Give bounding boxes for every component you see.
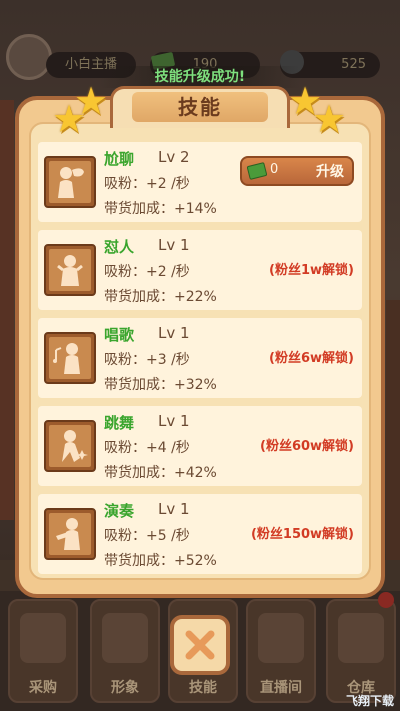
skill-list: 尬聊 Lv 2 吸粉：+2 /秒 带货加成：+14% 0 升级 怼人 Lv 1 … <box>38 142 362 582</box>
skill-icon-frame <box>44 508 96 560</box>
chat-person-icon <box>58 167 84 198</box>
skill-fans-rate: 吸粉：+4 /秒 <box>104 440 190 456</box>
watermark: 飞翔下载 <box>345 694 394 708</box>
skill-fans-rate: 吸粉：+2 /秒 <box>104 176 190 192</box>
skill-icon-frame <box>44 244 96 296</box>
skill-level: Lv 1 <box>158 412 190 430</box>
star-icon: ★ <box>312 97 347 141</box>
skill-icon-frame <box>44 332 96 384</box>
playing-person-icon <box>56 518 80 550</box>
skill-sales-bonus: 带货加成：+32% <box>104 377 217 393</box>
singing-person-icon <box>53 343 80 374</box>
skill-row-perform: 演奏 Lv 1 吸粉：+5 /秒 带货加成：+52% (粉丝150w解锁) <box>38 494 362 574</box>
skill-level: Lv 1 <box>158 324 190 342</box>
skill-fans-rate: 吸粉：+5 /秒 <box>104 528 190 544</box>
dancing-person-icon <box>62 430 88 462</box>
money-icon <box>246 162 268 180</box>
unlock-requirement: (粉丝150w解锁) <box>250 527 354 542</box>
star-icon: ★ <box>74 79 109 123</box>
success-toast: 技能升级成功! <box>100 66 300 88</box>
skill-level: Lv 2 <box>158 148 190 166</box>
skill-level: Lv 1 <box>158 236 190 254</box>
close-icon <box>185 630 215 660</box>
skill-fans-rate: 吸粉：+3 /秒 <box>104 352 190 368</box>
skill-sales-bonus: 带货加成：+14% <box>104 201 217 217</box>
panel-title: 技能 <box>132 92 268 122</box>
skill-row-chat: 尬聊 Lv 2 吸粉：+2 /秒 带货加成：+14% 0 升级 <box>38 142 362 222</box>
skill-row-sing: 唱歌 Lv 1 吸粉：+3 /秒 带货加成：+32% (粉丝6w解锁) <box>38 318 362 398</box>
skill-name: 尬聊 <box>104 150 135 168</box>
skill-name: 唱歌 <box>104 326 135 344</box>
unlock-requirement: (粉丝60w解锁) <box>260 439 354 454</box>
angry-person-icon <box>57 255 83 286</box>
upgrade-button[interactable]: 0 升级 <box>240 156 354 186</box>
upgrade-label: 升级 <box>316 164 344 180</box>
skill-level: Lv 1 <box>158 500 190 518</box>
skill-sales-bonus: 带货加成：+52% <box>104 553 217 569</box>
skill-name: 怼人 <box>104 238 135 256</box>
skill-icon-frame <box>44 420 96 472</box>
upgrade-cost: 0 <box>270 162 279 177</box>
skill-name: 跳舞 <box>104 414 135 432</box>
unlock-requirement: (粉丝6w解锁) <box>269 351 354 366</box>
skill-sales-bonus: 带货加成：+22% <box>104 289 217 305</box>
unlock-requirement: (粉丝1w解锁) <box>269 263 354 278</box>
skill-row-roast: 怼人 Lv 1 吸粉：+2 /秒 带货加成：+22% (粉丝1w解锁) <box>38 230 362 310</box>
skill-sales-bonus: 带货加成：+42% <box>104 465 217 481</box>
close-button[interactable] <box>170 615 230 675</box>
skill-icon-frame <box>44 156 96 208</box>
skill-row-dance: 跳舞 Lv 1 吸粉：+4 /秒 带货加成：+42% (粉丝60w解锁) <box>38 406 362 486</box>
skill-name: 演奏 <box>104 502 135 520</box>
skill-fans-rate: 吸粉：+2 /秒 <box>104 264 190 280</box>
